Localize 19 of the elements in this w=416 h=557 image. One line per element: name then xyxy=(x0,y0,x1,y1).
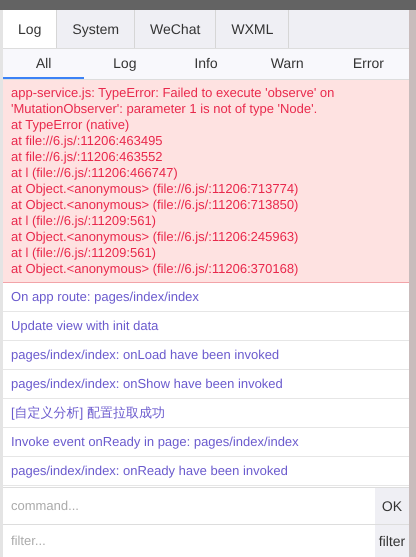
log-message: pages/index/index: onLoad have been invoked xyxy=(3,341,409,370)
log-message: Update view with init data xyxy=(3,312,409,341)
filter-button[interactable]: filter xyxy=(375,525,409,557)
scrollbar[interactable] xyxy=(409,10,416,557)
panel-tab[interactable]: WXML xyxy=(216,10,290,48)
ok-button[interactable]: OK xyxy=(375,488,409,524)
error-message: app-service.js: TypeError: Failed to execute 'observe' on 'MutationObserver': parameter 1 is not of type 'Node'. at TypeError (native) at file://6.js/:11206:463495 at file://6.js/:11206:463552 at l (file://6.js/:11206:466747) at Object.<anonymous> (file://6.js/:11206:713774) at Object.<anonymous> (file://6.js/:11206:713850) at l (file://6.js/:11209:561) at Object.<anonymous> (file://6.js/:11206:245963) at l (file://6.js/:11209:561) at Object.<anonymous> (file://6.js/:11206:370168) xyxy=(3,80,409,283)
log-message: On app route: pages/index/index xyxy=(3,283,409,312)
level-filter-tab[interactable]: Info xyxy=(165,49,247,79)
level-filter-tab[interactable]: Log xyxy=(84,49,166,79)
panel-tab[interactable]: System xyxy=(57,10,136,48)
log-message: [自定义分析] 配置拉取成功 xyxy=(3,399,409,428)
log-message: Invoke event onReady in page: pages/index/index xyxy=(3,428,409,457)
level-filter-tab[interactable]: Warn xyxy=(246,49,328,79)
panel-tab[interactable]: WeChat xyxy=(135,10,216,48)
log-message: pages/index/index: onReady have been invoked xyxy=(3,457,409,486)
panel-tab[interactable]: Log xyxy=(3,10,58,48)
log-message: pages/index/index: onShow have been invoked xyxy=(3,370,409,399)
level-filter-tab[interactable]: Error xyxy=(328,49,410,79)
